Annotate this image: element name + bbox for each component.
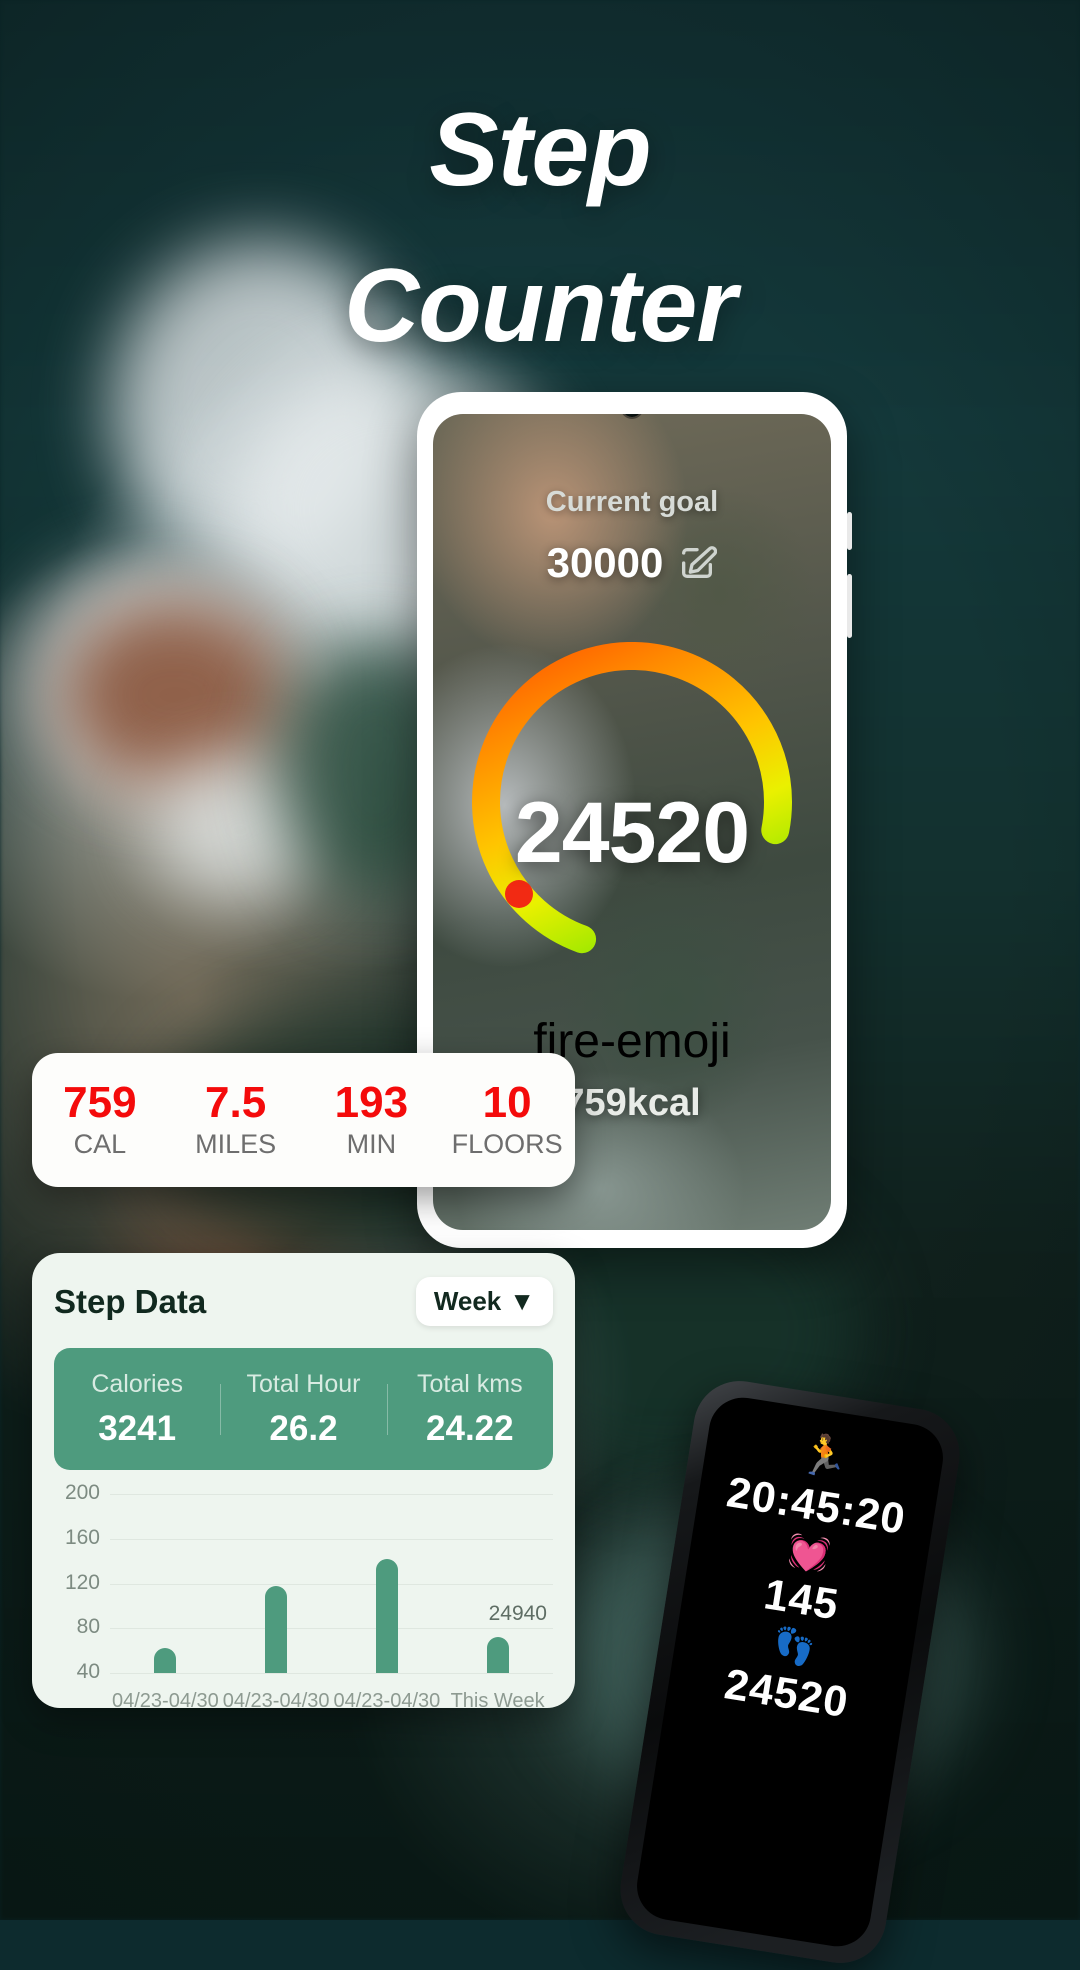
stat-value: 7.5 <box>205 1077 267 1127</box>
page-title: Step Counter <box>0 72 1080 384</box>
watch-duration-value: 20:45:20 <box>723 1468 909 1544</box>
chevron-down-icon: ▼ <box>509 1286 535 1316</box>
summary-cell-calories: Calories 3241 <box>54 1370 220 1449</box>
current-goal-value: 30000 <box>546 539 664 586</box>
summary-header: Total kms <box>417 1369 523 1398</box>
chart-x-tick-label: This Week <box>450 1690 545 1712</box>
stat-floors: 10 FLOORS <box>439 1077 575 1160</box>
phone-volume-down-button[interactable] <box>847 574 852 638</box>
title-line-2: Counter <box>344 248 737 364</box>
stat-label: FLOORS <box>451 1129 563 1160</box>
chart-y-tick-label: 200 <box>64 1481 100 1504</box>
summary-value: 24.22 <box>426 1408 514 1448</box>
range-selector-dropdown[interactable]: Week ▼ <box>415 1277 553 1326</box>
range-selector-label: Week <box>433 1286 502 1316</box>
chart-gridline-rule <box>110 1673 553 1674</box>
summary-table: Calories 3241 Total Hour 26.2 Total kms … <box>54 1348 553 1470</box>
chart-y-tick-label: 40 <box>76 1660 100 1683</box>
step-data-title: Step Data <box>54 1282 207 1320</box>
chart-x-axis-labels: 04/23-04/30 04/23-04/30 04/23-04/30 This We… <box>110 1690 553 1713</box>
stat-label: MIN <box>346 1129 397 1160</box>
stats-summary-card: 759 CAL 7.5 MILES 193 MIN 10 FLOORS <box>32 1053 575 1187</box>
stat-label: CAL <box>73 1129 127 1160</box>
summary-cell-total-hour: Total Hour 26.2 <box>220 1370 386 1449</box>
current-goal-label: Current goal <box>545 486 719 518</box>
chart-gridline: 40 <box>54 1660 553 1683</box>
summary-header: Calories <box>91 1369 184 1398</box>
chart-y-tick-label: 80 <box>76 1615 100 1639</box>
stat-value: 10 <box>482 1077 532 1127</box>
summary-value: 26.2 <box>269 1408 338 1448</box>
stat-miles: 7.5 MILES <box>168 1077 304 1160</box>
chart-bar[interactable] <box>265 1585 288 1673</box>
chart-x-tick-label: 04/23-04/30 <box>333 1690 441 1712</box>
chart-bar[interactable] <box>154 1648 177 1673</box>
chart-annotation: 24940 <box>488 1602 547 1625</box>
summary-cell-total-kms: Total kms 24.22 <box>386 1369 553 1449</box>
current-goal-row[interactable]: 30000 <box>433 539 831 587</box>
stat-cal: 759 CAL <box>32 1077 168 1160</box>
front-camera-icon <box>622 414 642 417</box>
phone-volume-up-button[interactable] <box>847 512 852 550</box>
step-data-card: Step Data Week ▼ Calories 3241 Total Hou… <box>32 1253 575 1712</box>
summary-header: Total Hour <box>246 1369 361 1398</box>
stat-label: MILES <box>195 1129 277 1160</box>
summary-value: 3241 <box>98 1408 177 1448</box>
chart-x-tick-label: 04/23-04/30 <box>111 1690 219 1712</box>
chart-plot-area <box>110 1494 553 1673</box>
chart-bar[interactable] <box>486 1637 509 1673</box>
watch-steps-value: 24520 <box>721 1660 852 1728</box>
step-data-header: Step Data Week ▼ <box>54 1277 553 1326</box>
stat-value: 193 <box>334 1077 409 1127</box>
heart-rate-icon: 💓 <box>784 1531 833 1576</box>
step-bar-chart: 200 160 120 80 40 24940 04/23-04/30 04/23-04/… <box>54 1481 553 1719</box>
title-line-1: Step <box>429 92 651 208</box>
chart-y-tick-label: 160 <box>64 1525 100 1549</box>
running-person-icon: 🏃 <box>796 1431 853 1483</box>
chart-bar[interactable] <box>375 1558 398 1673</box>
stat-value: 759 <box>63 1077 137 1127</box>
footsteps-icon: 👣 <box>770 1625 818 1670</box>
chart-y-tick-label: 120 <box>64 1570 100 1594</box>
chart-x-tick-label: 04/23-04/30 <box>222 1690 330 1712</box>
step-count-value: 24520 <box>514 785 750 881</box>
step-gauge: 24520 <box>456 626 808 978</box>
watch-heart-rate-value: 145 <box>760 1570 843 1630</box>
edit-square-icon[interactable] <box>677 543 718 583</box>
stat-min: 193 MIN <box>304 1077 440 1160</box>
